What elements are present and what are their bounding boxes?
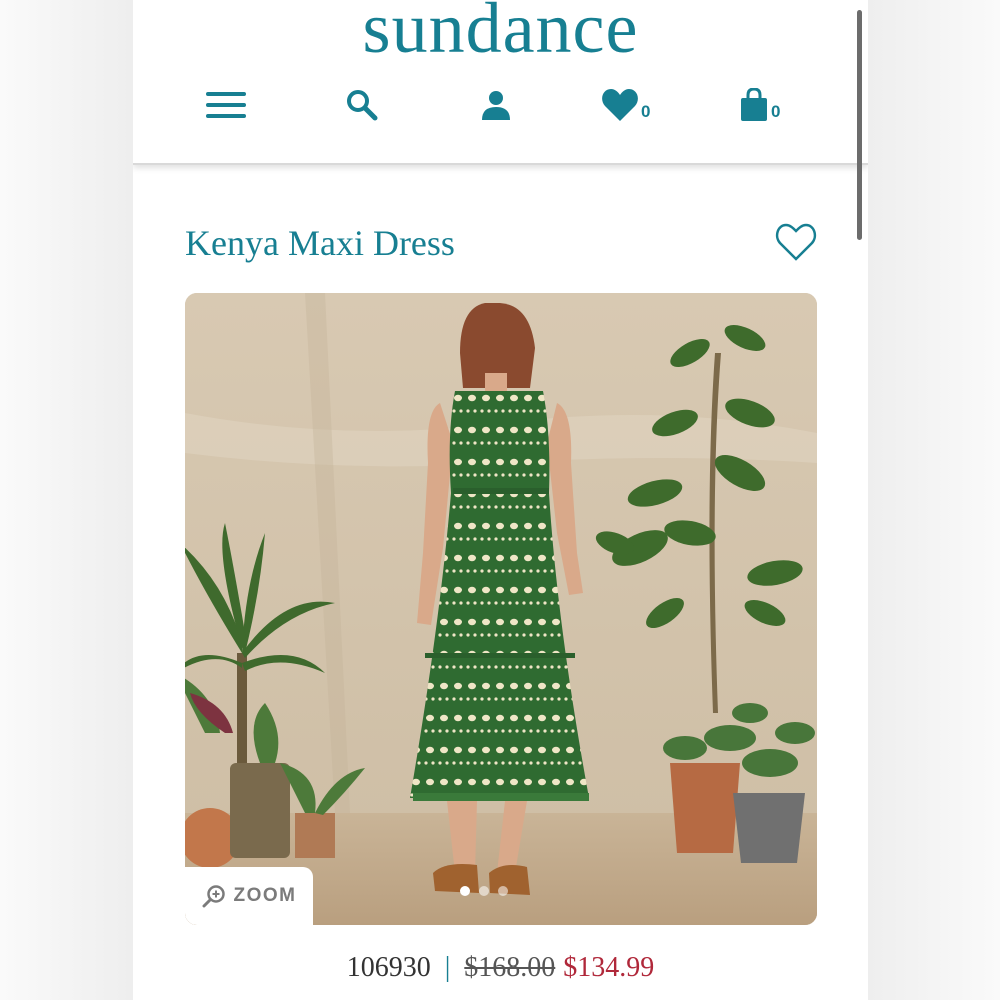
menu-button[interactable] (205, 80, 247, 130)
brand-logo[interactable]: sundance (133, 0, 868, 68)
carousel-dot[interactable] (479, 886, 489, 896)
right-backdrop (867, 0, 1000, 1000)
product-image[interactable]: ZOOM (185, 293, 817, 925)
product-title: Kenya Maxi Dress (185, 223, 455, 263)
search-button[interactable] (345, 80, 379, 130)
carousel-dots (460, 886, 508, 896)
product-photo-illustration (185, 293, 817, 925)
add-to-wishlist-button[interactable] (775, 222, 817, 262)
shopping-bag-icon (741, 88, 767, 121)
account-button[interactable] (479, 80, 513, 130)
page-scrollbar[interactable] (857, 10, 862, 240)
carousel-dot[interactable] (498, 886, 508, 896)
user-icon (482, 91, 510, 120)
sale-price: $134.99 (563, 952, 655, 983)
site-header: sundance 0 0 (133, 0, 868, 165)
price-row: 106930 | $168.00 $134.99 (133, 952, 868, 984)
heart-icon (602, 89, 638, 121)
left-backdrop (0, 0, 133, 1000)
price-divider: | (444, 952, 451, 983)
heart-outline-icon (775, 223, 817, 261)
bag-count: 0 (771, 102, 781, 121)
mobile-page: sundance 0 0 Kenya Maxi Dress ZOOM 10693… (133, 0, 868, 1000)
zoom-label: ZOOM (233, 885, 297, 906)
original-price: $168.00 (464, 952, 556, 983)
product-title-row: Kenya Maxi Dress (185, 218, 817, 274)
wishlist-button[interactable]: 0 (601, 80, 650, 130)
zoom-button[interactable]: ZOOM (185, 867, 313, 925)
hamburger-menu-icon (206, 92, 246, 118)
product-sku: 106930 (346, 952, 431, 983)
zoom-in-icon (202, 885, 225, 908)
search-icon (347, 90, 378, 121)
carousel-dot[interactable] (460, 886, 470, 896)
wishlist-count: 0 (641, 102, 651, 121)
bag-button[interactable]: 0 (739, 80, 780, 130)
header-nav: 0 0 (133, 80, 868, 130)
